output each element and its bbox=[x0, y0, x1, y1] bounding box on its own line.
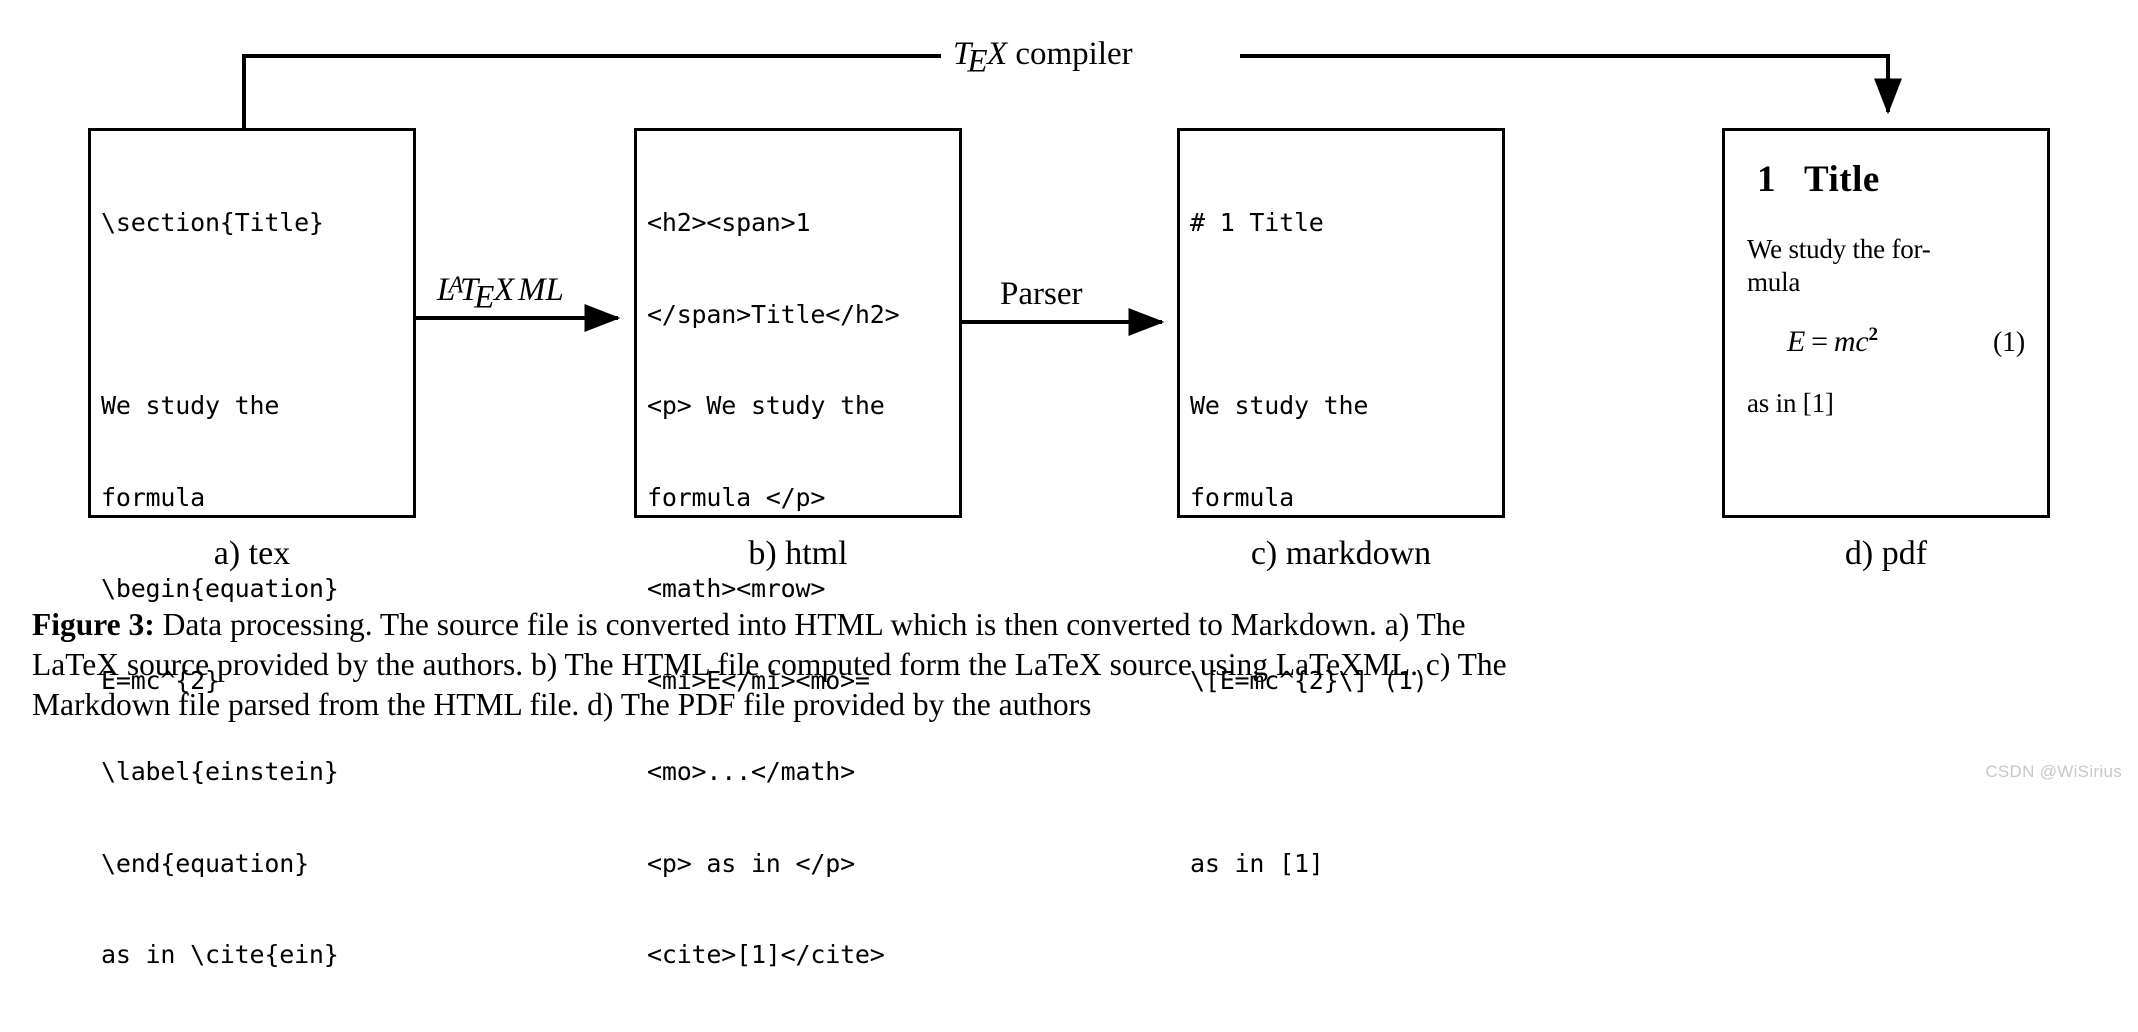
pdf-render-box: 1 Title We study the for-mula E = mc2 (1) a… bbox=[1722, 128, 2050, 518]
pdf-equation-number: (1) bbox=[1992, 327, 2025, 359]
latexml-arrow-label: LATEX ML bbox=[437, 272, 564, 316]
caption-line: LaTeX source provided by the authors. b)… bbox=[32, 647, 1507, 682]
caption-line: Markdown file parsed from the HTML file.… bbox=[32, 687, 1092, 722]
code-line: We study the bbox=[1190, 391, 1369, 420]
code-line: \label{einstein} bbox=[101, 757, 339, 786]
pdf-equation-lhs: E bbox=[1787, 325, 1806, 359]
figure-caption: Figure 3: Data processing. The source fi… bbox=[32, 605, 2110, 725]
code-line: as in \cite{ein} bbox=[101, 940, 339, 969]
latexml-logo: LATEX ML bbox=[437, 272, 564, 316]
markdown-source-box: # 1 Title We study the formula \[E=mc^{2… bbox=[1177, 128, 1505, 878]
code-line: <math><mrow> bbox=[647, 574, 826, 603]
caption-line-text: Data processing. The source file is conv… bbox=[162, 607, 1466, 642]
pdf-section-number: 1 bbox=[1757, 159, 1776, 200]
pdf-equation-rhs: mc bbox=[1833, 325, 1869, 359]
code-line: # 1 Title bbox=[1190, 208, 1324, 237]
tex-source-box: \section{Title} We study the formula \be… bbox=[88, 128, 416, 969]
subcaption-pdf: d) pdf bbox=[1844, 535, 1928, 572]
caption-label: Figure 3: bbox=[32, 607, 155, 642]
pdf-equation-exponent: 2 bbox=[1868, 324, 1878, 346]
code-line: \end{equation} bbox=[101, 848, 309, 878]
code-line: <mo>...</math> bbox=[647, 757, 855, 786]
subcaption-tex: a) tex bbox=[213, 535, 291, 572]
code-line: We study the bbox=[101, 391, 280, 420]
pdf-equation-row: E = mc2 (1) bbox=[1747, 323, 2025, 361]
code-line: as in [1] bbox=[1190, 848, 1324, 878]
code-line: \begin{equation} bbox=[101, 574, 339, 603]
tex-logo: TEX bbox=[953, 36, 1008, 80]
watermark: CSDN @WiSirius bbox=[1985, 762, 2122, 781]
parser-arrow-label: Parser bbox=[1000, 276, 1083, 312]
code-line: <p> as in </p> bbox=[647, 848, 855, 878]
code-line: formula bbox=[1190, 482, 1294, 512]
subcaption-html: b) html bbox=[748, 535, 848, 572]
tex-compiler-label-text: compiler bbox=[1015, 36, 1133, 72]
pdf-tail-text: as in [1] bbox=[1747, 387, 1834, 418]
tex-compiler-label: TEX compiler bbox=[941, 36, 1145, 80]
pdf-section-heading: 1 Title bbox=[1757, 157, 2025, 203]
code-line: formula bbox=[101, 482, 205, 512]
code-line: <h2><span>1 bbox=[647, 208, 811, 237]
caption-line: Figure 3: Data processing. The source fi… bbox=[32, 605, 2110, 645]
code-line: <cite>[1]</cite> bbox=[647, 940, 885, 969]
code-line: \section{Title} bbox=[101, 208, 324, 237]
html-source-box: <h2><span>1 </span>Title</h2> <p> We stu… bbox=[634, 128, 962, 969]
pdf-equation-operator: = bbox=[1811, 325, 1828, 359]
pdf-section-title: Title bbox=[1804, 159, 1880, 200]
code-line: <p> We study the bbox=[647, 391, 885, 420]
code-line: </span>Title</h2> bbox=[647, 299, 900, 329]
pdf-paragraph: We study the for-mula bbox=[1747, 234, 1931, 298]
subcaption-markdown: c) markdown bbox=[1250, 535, 1432, 572]
pdf-equation: E = mc2 bbox=[1787, 323, 1878, 361]
code-line: formula </p> bbox=[647, 482, 826, 512]
